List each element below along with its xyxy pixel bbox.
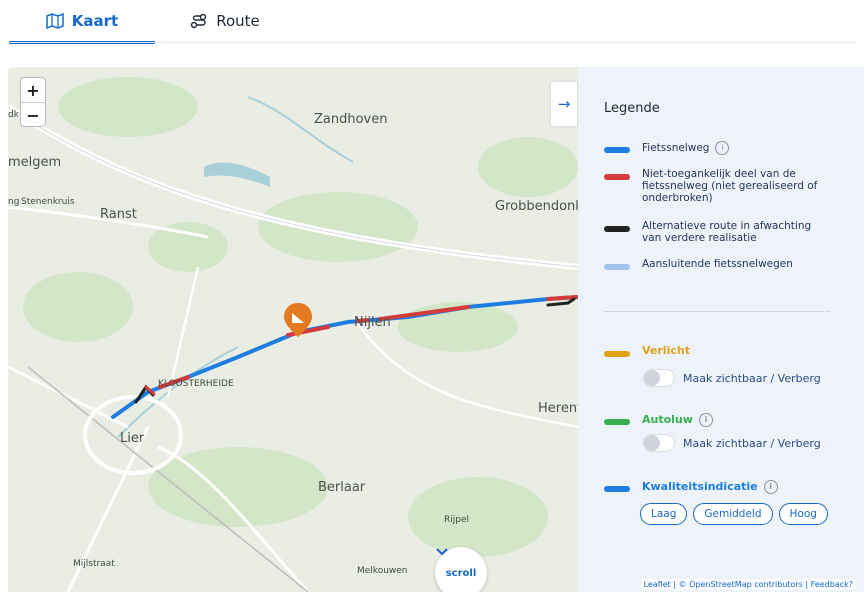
place-label: Rijpel (444, 515, 470, 525)
info-icon[interactable]: i (715, 141, 730, 155)
legend-swatch (604, 147, 630, 153)
tab-route[interactable]: Route (170, 0, 280, 42)
toggle-label: Maak zichtbaar / Verberg (683, 436, 821, 450)
legend-panel: Legende Fietssnelweg i Niet-toegankelijk … (578, 67, 864, 592)
legend-item: Alternatieve route in afwachting van ver… (604, 220, 824, 244)
legend-category: Kwaliteitsindicatie i (604, 480, 778, 494)
category-label: Verlicht (642, 344, 690, 357)
map-view[interactable]: Zandhoven melgem Stenenkruis Ranst Grobb… (8, 67, 578, 592)
place-label: Ranst (100, 207, 137, 222)
place-label: Berlaar (318, 480, 366, 495)
place-label: Melkouwen (357, 566, 408, 576)
legend-item-label: Alternatieve route in afwachting van ver… (642, 220, 812, 244)
toggle-label: Maak zichtbaar / Verberg (683, 371, 821, 385)
place-label: Mijlstraat (73, 559, 115, 569)
map-attribution[interactable]: Leaflet | © OpenStreetMap contributors |… (640, 579, 856, 590)
place-label: dk (8, 110, 19, 120)
scroll-label: scroll (445, 567, 477, 579)
place-label: Herenthout (538, 401, 578, 416)
place-label: Lier (120, 431, 145, 446)
info-icon[interactable]: i (698, 413, 713, 427)
quality-hoog-button[interactable]: Hoog (778, 503, 828, 525)
legend-category: Verlicht (604, 345, 690, 357)
quality-filter: Laag Gemiddeld Hoog (640, 503, 828, 525)
place-label: Zandhoven (314, 112, 388, 127)
place-label: ng (8, 197, 20, 207)
legend-category: Autoluw i (604, 413, 713, 427)
place-label: Grobbendonk (495, 199, 578, 214)
chevron-down-icon (436, 548, 448, 556)
legend-swatch (604, 351, 630, 357)
quality-gemiddeld-button[interactable]: Gemiddeld (693, 503, 773, 525)
verlicht-toggle[interactable]: Maak zichtbaar / Verberg (643, 369, 821, 387)
collapse-legend-button[interactable]: → (551, 82, 577, 126)
legend-item-label: Aansluitende fietssnelwegen (642, 258, 793, 270)
map-canvas (8, 67, 578, 592)
legend-swatch (604, 174, 630, 180)
zoom-in-button[interactable]: + (21, 78, 45, 103)
zoom-out-button[interactable]: − (21, 103, 45, 127)
legend-swatch (604, 226, 630, 232)
place-label: Nijlen (354, 315, 391, 330)
info-icon[interactable]: i (763, 480, 778, 494)
tab-kaart[interactable]: Kaart (9, 0, 155, 44)
zoom-control: + − (20, 77, 46, 127)
place-label: KLOOSTERHEIDE (158, 379, 234, 389)
legend-title: Legende (604, 101, 660, 116)
legend-item: Fietssnelweg i (604, 141, 730, 155)
category-label: Kwaliteitsindicatie (642, 480, 758, 493)
tab-bar: Kaart Route (0, 0, 864, 44)
legend-swatch (604, 486, 630, 492)
legend-item: Aansluitende fietssnelwegen (604, 258, 793, 270)
scroll-button[interactable]: scroll (435, 547, 487, 592)
legend-item-label: Niet-toegankelijk deel van de fietssnelw… (642, 168, 818, 204)
autoluw-toggle[interactable]: Maak zichtbaar / Verberg (643, 434, 821, 452)
tab-divider (8, 42, 856, 43)
legend-item-label: Fietssnelweg (642, 142, 710, 154)
place-label: Stenenkruis (21, 197, 75, 207)
toggle-switch[interactable] (643, 369, 675, 387)
legend-swatch (604, 264, 630, 270)
quality-laag-button[interactable]: Laag (640, 503, 688, 525)
map-icon (46, 13, 64, 29)
legend-item: Niet-toegankelijk deel van de fietssnelw… (604, 168, 824, 204)
place-label: melgem (8, 155, 62, 170)
toggle-switch[interactable] (643, 434, 675, 452)
tab-kaart-label: Kaart (71, 12, 119, 30)
legend-swatch (604, 419, 630, 425)
arrow-right-icon: → (557, 95, 571, 113)
route-icon (191, 13, 207, 29)
legend-divider (604, 311, 830, 312)
tab-route-label: Route (216, 12, 260, 30)
category-label: Autoluw (642, 413, 693, 426)
